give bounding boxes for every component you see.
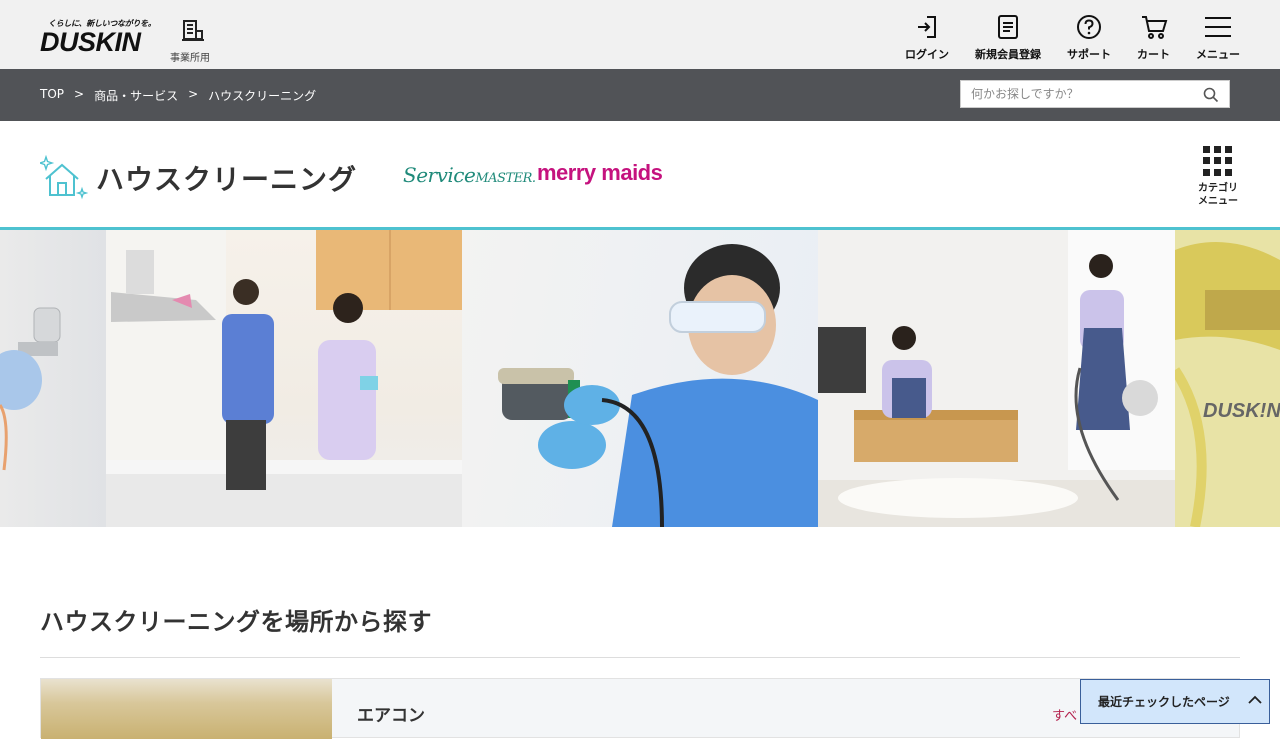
category-menu-line: メニュー bbox=[1198, 196, 1238, 207]
merry-maids-logo: merry maids bbox=[537, 160, 663, 185]
duskin-logo[interactable]: くらしに、新しいつながりを。 DUSKIN bbox=[40, 18, 156, 57]
category-menu-line: カテゴリ bbox=[1198, 183, 1238, 194]
building-icon bbox=[182, 20, 204, 41]
business-link[interactable]: 事業所用 bbox=[170, 19, 214, 64]
search-box bbox=[960, 80, 1230, 108]
category-menu-label: カテゴリ メニュー bbox=[1190, 182, 1246, 208]
site-header: くらしに、新しいつながりを。 DUSKIN 事業所用 ログイン 新規会員登録 サ… bbox=[0, 0, 1280, 69]
breadcrumb: TOP > 商品・サービス > ハウスクリーニング bbox=[40, 87, 316, 104]
breadcrumb-top[interactable]: TOP bbox=[40, 87, 64, 104]
cart-label: カート bbox=[1137, 48, 1170, 61]
breadcrumb-separator: > bbox=[188, 87, 199, 101]
register-icon bbox=[998, 15, 1018, 39]
hero-photo-spray bbox=[0, 230, 106, 527]
hamburger-icon bbox=[1205, 17, 1231, 37]
duskin-watermark: DUSK!N bbox=[1203, 400, 1280, 422]
section-title: ハウスクリーニングを場所から探す bbox=[40, 608, 432, 636]
card-title: エアコン bbox=[357, 706, 425, 726]
spray-gun-illustration bbox=[0, 307, 61, 471]
brand1-main: Service bbox=[403, 163, 476, 187]
support-icon bbox=[1077, 15, 1101, 39]
living-room-illustration bbox=[818, 230, 1175, 527]
menu-button[interactable]: メニュー bbox=[1196, 14, 1240, 62]
hero-photo-living-room bbox=[818, 230, 1175, 527]
hero-banner: DUSK!N bbox=[0, 230, 1280, 527]
hero-photo-aircon-cover: DUSK!N bbox=[1175, 230, 1280, 527]
register-button[interactable]: 新規会員登録 bbox=[975, 14, 1041, 62]
logo-text: DUSKIN bbox=[40, 27, 141, 57]
technician-illustration bbox=[498, 244, 818, 527]
category-card-aircon[interactable]: エアコン すべ bbox=[40, 678, 1240, 739]
business-label: 事業所用 bbox=[170, 53, 210, 64]
servicemaster-logo: ServiceMASTER. bbox=[403, 163, 536, 187]
cart-icon bbox=[1141, 16, 1167, 39]
recently-viewed-label: 最近チェックしたページ bbox=[1098, 695, 1230, 709]
support-button[interactable]: サポート bbox=[1067, 14, 1111, 62]
login-label: ログイン bbox=[905, 48, 949, 61]
breadcrumb-bar: TOP > 商品・サービス > ハウスクリーニング bbox=[0, 69, 1280, 121]
chevron-up-icon bbox=[1248, 695, 1262, 704]
cart-button[interactable]: カート bbox=[1137, 14, 1170, 62]
register-label: 新規会員登録 bbox=[975, 48, 1041, 61]
support-label: サポート bbox=[1067, 48, 1111, 61]
hero-photo-technician bbox=[462, 230, 818, 527]
breadcrumb-current: ハウスクリーニング bbox=[208, 89, 317, 103]
grid-icon bbox=[1203, 146, 1233, 176]
kitchen-staff-illustration bbox=[106, 230, 462, 527]
breadcrumb-products[interactable]: 商品・サービス bbox=[94, 87, 178, 104]
house-cleaning-icon bbox=[40, 155, 88, 200]
aircon-cover-illustration bbox=[1175, 230, 1280, 527]
hero-photo-kitchen bbox=[106, 230, 462, 527]
page-title: ハウスクリーニング bbox=[96, 163, 358, 196]
brand1-sub: MASTER. bbox=[475, 171, 536, 186]
recently-viewed-button[interactable]: 最近チェックしたページ bbox=[1080, 679, 1270, 724]
aircon-thumbnail bbox=[41, 679, 332, 739]
search-input[interactable] bbox=[961, 87, 1191, 101]
breadcrumb-separator: > bbox=[74, 87, 85, 101]
page-title-area: ハウスクリーニング ServiceMASTER. merry maids カテゴ… bbox=[0, 121, 1280, 228]
category-menu-button[interactable]: カテゴリ メニュー bbox=[1190, 146, 1246, 208]
header-nav: ログイン 新規会員登録 サポート カート メニュー bbox=[879, 14, 1240, 62]
login-icon bbox=[918, 16, 936, 38]
search-icon[interactable] bbox=[1203, 87, 1219, 103]
login-button[interactable]: ログイン bbox=[905, 14, 949, 62]
menu-label: メニュー bbox=[1196, 48, 1240, 61]
section-divider bbox=[40, 657, 1240, 658]
see-all-link[interactable]: すべ bbox=[1052, 705, 1077, 724]
